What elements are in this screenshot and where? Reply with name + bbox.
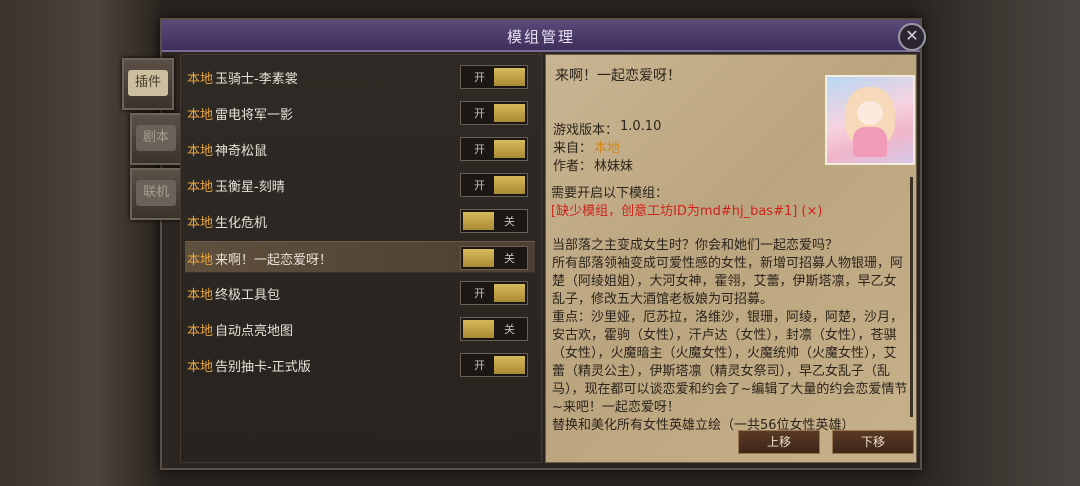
description-line: 所有部落领袖变成可爱性感的女性，新增可招募人物银珊，阿楚（阿绫姐姐），大河女神，… (552, 256, 904, 307)
mod-row[interactable]: 本地 雷电将军一影 开 (185, 97, 535, 127)
mod-name: 终极工具包 (215, 288, 281, 303)
mod-source: 本地 (187, 180, 214, 195)
mod-row[interactable]: 本地 生化危机 关 (185, 205, 535, 235)
mod-name: 告别抽卡-正式版 (215, 360, 311, 375)
tab-scripts-label: 剧本 (136, 125, 176, 151)
mod-source: 本地 (187, 360, 214, 375)
mod-row-selected[interactable]: 本地 来啊！一起恋爱呀！ 关 (185, 241, 535, 273)
mod-toggle[interactable]: 开 (460, 137, 528, 161)
move-up-button[interactable]: 上移 (738, 430, 820, 454)
description-line: 当部落之主变成女生时？你会和她们一起恋爱吗？ (552, 238, 839, 253)
mod-row[interactable]: 本地 玉骑士-李素裳 开 (185, 61, 535, 91)
tab-scripts[interactable]: 剧本 (130, 113, 182, 165)
mod-row[interactable]: 本地 神奇松鼠 开 (185, 133, 535, 163)
mod-toggle[interactable]: 关 (460, 209, 528, 233)
mod-source: 本地 (187, 216, 214, 231)
dialog-title: 模组管理 (506, 28, 575, 46)
mod-list: 本地 玉骑士-李素裳 开 本地 雷电将军一影 开 本地 神奇松鼠 开 本地 玉衡… (180, 54, 542, 463)
mod-source: 本地 (187, 288, 214, 303)
description-line: 重点：沙里娅，厄苏拉，洛维沙，银珊，阿绫，阿楚，沙月，安古欢，霍驹（女性），汗卢… (552, 310, 908, 415)
mod-source: 本地 (187, 144, 214, 159)
mod-row[interactable]: 本地 自动点亮地图 关 (185, 313, 535, 343)
mod-row[interactable]: 本地 终极工具包 开 (185, 277, 535, 307)
author-value: 林妹妹 (594, 159, 634, 174)
tab-plugins-label: 插件 (128, 70, 168, 96)
mod-name: 自动点亮地图 (215, 324, 294, 339)
mod-toggle[interactable]: 关 (460, 317, 528, 341)
mod-toggle[interactable]: 开 (460, 173, 528, 197)
close-icon[interactable]: ✕ (898, 23, 926, 51)
mod-toggle[interactable]: 开 (460, 101, 528, 125)
from-label: 来自： (553, 141, 593, 156)
version-label: 游戏版本： (553, 123, 619, 138)
mod-name: 玉衡星-刻晴 (215, 180, 285, 195)
mod-name: 来啊！一起恋爱呀！ (215, 253, 333, 268)
author-label: 作者： (553, 159, 593, 174)
mod-source: 本地 (187, 253, 214, 268)
tab-multiplayer[interactable]: 联机 (130, 168, 182, 220)
tab-multiplayer-label: 联机 (136, 180, 176, 206)
mod-name: 神奇松鼠 (215, 144, 268, 159)
mod-detail-panel: 来啊！一起恋爱呀！ 游戏版本： 1.0.10 来自： 本地 作者： 林妹妹 需要… (545, 54, 917, 463)
mod-row[interactable]: 本地 告别抽卡-正式版 开 (185, 349, 535, 379)
background-right (915, 0, 1080, 486)
move-down-button[interactable]: 下移 (832, 430, 914, 454)
mod-name: 雷电将军一影 (215, 108, 294, 123)
missing-requirement: [缺少模组，创意工坊ID为md#hj_bas#1] (×) (551, 204, 823, 219)
title-bar: 模组管理 ✕ (162, 20, 926, 52)
mod-toggle[interactable]: 开 (460, 281, 528, 305)
mod-thumbnail (825, 75, 915, 165)
tab-plugins[interactable]: 插件 (122, 58, 174, 110)
mod-toggle[interactable]: 开 (460, 353, 528, 377)
detail-scrollbar[interactable] (910, 177, 913, 417)
from-value: 本地 (594, 141, 621, 156)
mod-source: 本地 (187, 108, 214, 123)
mod-row[interactable]: 本地 玉衡星-刻晴 开 (185, 169, 535, 199)
mod-source: 本地 (187, 72, 214, 87)
requires-label: 需要开启以下模组： (551, 186, 669, 201)
mod-toggle[interactable]: 关 (460, 246, 528, 270)
mod-source: 本地 (187, 324, 214, 339)
detail-title: 来啊！一起恋爱呀！ (555, 68, 681, 84)
mod-name: 玉骑士-李素裳 (215, 72, 298, 87)
mod-description: 当部落之主变成女生时？你会和她们一起恋爱吗？ 所有部落领袖变成可爱性感的女性，新… (552, 237, 908, 435)
mod-name: 生化危机 (215, 216, 268, 231)
mod-toggle[interactable]: 开 (460, 65, 528, 89)
version-value: 1.0.10 (620, 119, 662, 134)
